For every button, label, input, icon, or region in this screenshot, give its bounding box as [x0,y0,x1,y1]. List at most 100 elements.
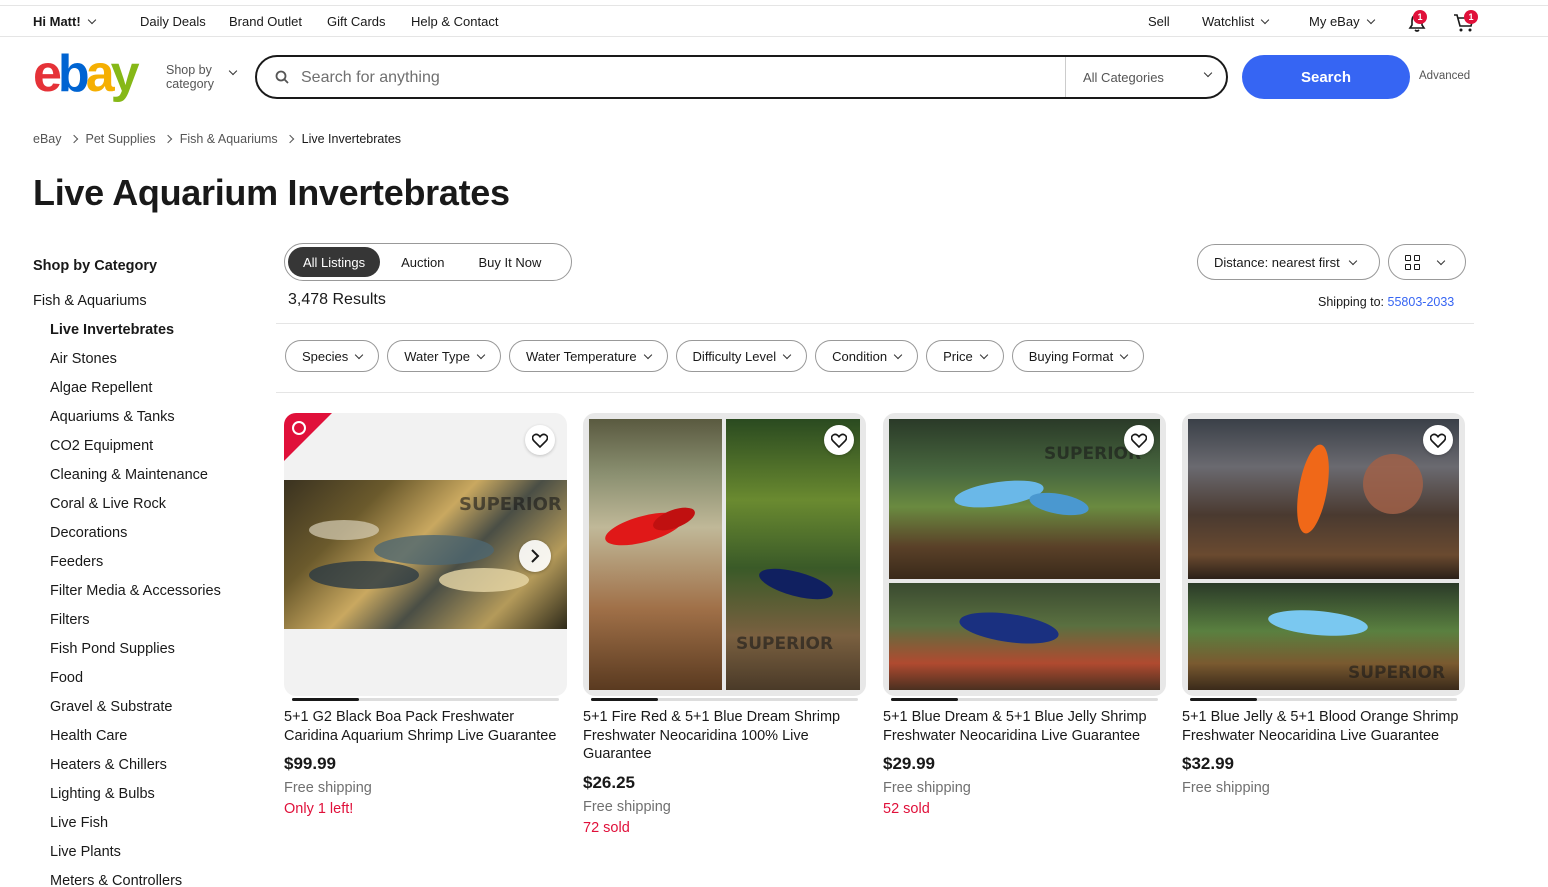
sell-link[interactable]: Sell [1148,14,1170,29]
sidebar-item-co2-equipment[interactable]: CO2 Equipment [33,438,263,467]
tab-buy-it-now[interactable]: Buy It Now [464,247,557,277]
product-title[interactable]: 5+1 Fire Red & 5+1 Blue Dream Shrimp Fre… [583,708,866,764]
daily-deals-link[interactable]: Daily Deals [140,14,206,29]
product-image-carousel[interactable]: SUPERIOR [883,413,1166,696]
breadcrumb: eBay Pet Supplies Fish & Aquariums Live … [33,132,401,146]
view-toggle-dropdown[interactable] [1388,244,1466,280]
brand-outlet-link[interactable]: Brand Outlet [229,14,302,29]
search-input[interactable] [301,67,1061,89]
sidebar-item-feeders[interactable]: Feeders [33,554,263,583]
advanced-search-link[interactable]: Advanced [1419,70,1470,82]
my-ebay-menu[interactable]: My eBay [1309,14,1375,29]
filter-price[interactable]: Price [926,340,1004,372]
filter-label: Difficulty Level [692,348,777,364]
svg-text:SUPERIOR: SUPERIOR [736,634,833,654]
next-image-button[interactable] [519,540,551,572]
heart-icon [532,433,548,448]
filter-condition[interactable]: Condition [815,340,919,372]
filter-difficulty-level[interactable]: Difficulty Level [675,340,808,372]
product-title[interactable]: 5+1 G2 Black Boa Pack Freshwater Caridin… [284,708,567,745]
sort-dropdown[interactable]: Distance: nearest first [1197,244,1380,280]
watch-heart-button[interactable] [824,425,854,455]
filter-buying-format[interactable]: Buying Format [1011,340,1145,372]
search-button[interactable]: Search [1242,55,1410,99]
shipping-zip-link[interactable]: 55803-2033 [1388,295,1455,309]
watchlist-label: Watchlist [1202,14,1255,29]
product-price: $32.99 [1182,754,1234,773]
watch-heart-button[interactable] [1423,425,1453,455]
shrimp-illustration [959,612,1059,644]
sidebar-item-gravel-substrate[interactable]: Gravel & Substrate [33,699,263,728]
chevron-down-icon [1366,15,1375,25]
sidebar-item-live-fish[interactable]: Live Fish [33,815,263,844]
tab-all-listings[interactable]: All Listings [288,247,381,277]
my-ebay-label: My eBay [1309,14,1360,29]
chevron-down-icon [782,350,792,359]
product-image-carousel[interactable]: SUPERIOR [1182,413,1465,696]
sponsored-flag [284,413,332,461]
sidebar-item-decorations[interactable]: Decorations [33,525,263,554]
sidebar-item-heaters-chillers[interactable]: Heaters & Chillers [33,757,263,786]
breadcrumb-item[interactable]: Pet Supplies [86,132,156,146]
breadcrumb-item[interactable]: eBay [33,132,62,146]
sidebar-item-live-plants[interactable]: Live Plants [33,844,263,873]
sidebar-item-meters-controllers[interactable]: Meters & Controllers [33,873,263,887]
product-status: Only 1 left! [284,801,354,817]
clock-icon [292,421,306,435]
filter-label: Water Temperature [526,348,637,364]
cart-button[interactable]: 1 [1453,10,1479,34]
filter-water-type[interactable]: Water Type [387,340,501,372]
breadcrumb-item[interactable]: Fish & Aquariums [180,132,278,146]
sidebar-item-cleaning-maintenance[interactable]: Cleaning & Maintenance [33,467,263,496]
product-card[interactable]: SUPERIOR 5+1 Blue Dream & 5+1 Blue Jelly… [883,413,1166,817]
product-image-carousel[interactable]: SUPERIOR [583,413,866,696]
help-contact-link[interactable]: Help & Contact [411,14,498,29]
sidebar-item-algae-repellent[interactable]: Algae Repellent [33,380,263,409]
shop-by-category-button[interactable]: Shop by category [166,63,214,91]
product-shipping: Free shipping [883,780,971,796]
product-card[interactable]: SUPERIOR 5+1 Blue Jelly & 5+1 Blood Oran… [1182,413,1465,801]
watch-heart-button[interactable] [525,425,555,455]
sidebar-item-food[interactable]: Food [33,670,263,699]
filter-water-temperature[interactable]: Water Temperature [509,340,668,372]
sort-label: Distance: nearest first [1214,254,1340,270]
sidebar-item-health-care[interactable]: Health Care [33,728,263,757]
watch-heart-button[interactable] [1124,425,1154,455]
filter-bar: Species Water Type Water Temperature Dif… [285,340,1145,372]
sidebar-item-coral-live-rock[interactable]: Coral & Live Rock [33,496,263,525]
product-photo [1188,419,1459,579]
sidebar-item-air-stones[interactable]: Air Stones [33,351,263,380]
svg-text:SUPERIOR: SUPERIOR [459,494,562,515]
product-card[interactable]: SUPERIOR 5+1 G2 Black Boa Pack Freshwate… [284,413,567,817]
sidebar-item-filters[interactable]: Filters [33,612,263,641]
sidebar-item-aquariums-tanks[interactable]: Aquariums & Tanks [33,409,263,438]
filter-species[interactable]: Species [285,340,380,372]
product-price: $26.25 [583,772,635,792]
product-title[interactable]: 5+1 Blue Dream & 5+1 Blue Jelly Shrimp F… [883,708,1166,745]
chevron-down-icon [1261,15,1270,25]
notifications-button[interactable]: 1 [1405,10,1429,34]
chevron-down-icon [228,66,238,76]
watchlist-menu[interactable]: Watchlist [1202,14,1270,29]
sidebar-item-filter-media[interactable]: Filter Media & Accessories [33,583,263,612]
sidebar-parent-category[interactable]: Fish & Aquariums [33,293,263,322]
product-title[interactable]: 5+1 Blue Jelly & 5+1 Blood Orange Shrimp… [1182,708,1465,745]
heart-icon [1430,433,1446,448]
sidebar-item-fish-pond-supplies[interactable]: Fish Pond Supplies [33,641,263,670]
cart-badge: 1 [1464,10,1478,24]
product-image-carousel[interactable]: SUPERIOR [284,413,567,696]
category-select[interactable]: All Categories [1065,57,1227,97]
search-icon [275,70,289,84]
ebay-logo[interactable]: ebay [33,48,140,100]
sidebar-item-lighting-bulbs[interactable]: Lighting & Bulbs [33,786,263,815]
greeting-menu[interactable]: Hi Matt! [33,14,96,29]
filter-label: Buying Format [1028,348,1114,364]
chevron-down-icon [893,350,903,359]
product-shipping: Free shipping [284,780,372,796]
chevron-right-icon [285,134,294,144]
product-card[interactable]: SUPERIOR 5+1 Fire Red & 5+1 Blue Dream S… [583,413,866,836]
chevron-down-icon [476,350,486,359]
tab-auction[interactable]: Auction [386,247,459,277]
gift-cards-link[interactable]: Gift Cards [327,14,386,29]
chevron-right-icon [163,134,172,144]
